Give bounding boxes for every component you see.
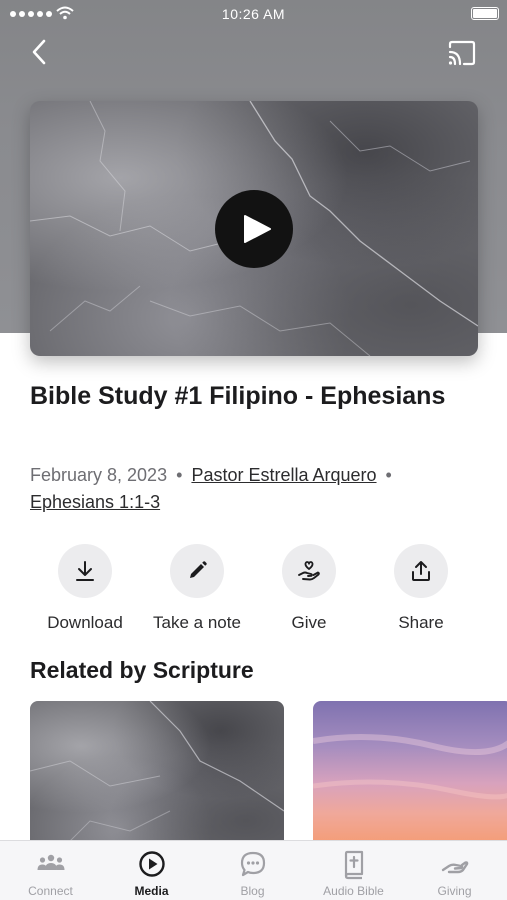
giving-hand-icon bbox=[441, 861, 469, 874]
meta-separator: • bbox=[176, 465, 183, 485]
play-circle-icon bbox=[139, 851, 165, 877]
meta-separator: • bbox=[385, 465, 392, 485]
tab-label: Media bbox=[134, 884, 169, 898]
tab-label: Audio Bible bbox=[323, 884, 384, 898]
download-button[interactable]: Download bbox=[29, 544, 141, 633]
play-button[interactable] bbox=[215, 190, 293, 268]
people-icon bbox=[37, 854, 65, 870]
related-card-sunset[interactable] bbox=[313, 701, 507, 851]
related-card-marble[interactable] bbox=[30, 701, 284, 851]
battery-icon bbox=[471, 7, 499, 20]
tab-media[interactable]: Media bbox=[101, 841, 202, 900]
tab-connect[interactable]: Connect bbox=[0, 841, 101, 900]
status-bar: 10:26 AM bbox=[0, 0, 507, 28]
tab-label: Blog bbox=[240, 884, 265, 898]
take-note-label: Take a note bbox=[153, 613, 241, 632]
cast-icon bbox=[448, 40, 476, 66]
action-row: Download Take a note Give Share bbox=[0, 544, 507, 634]
tab-label: Connect bbox=[28, 884, 73, 898]
tab-blog[interactable]: Blog bbox=[202, 841, 303, 900]
tab-audio-bible[interactable]: Audio Bible bbox=[303, 841, 404, 900]
tab-giving[interactable]: Giving bbox=[404, 841, 505, 900]
download-label: Download bbox=[47, 613, 123, 632]
back-button[interactable] bbox=[28, 38, 52, 66]
speaker-link[interactable]: Pastor Estrella Arquero bbox=[191, 465, 376, 485]
give-label: Give bbox=[291, 613, 327, 632]
sermon-title: Bible Study #1 Filipino - Ephesians bbox=[30, 382, 446, 410]
play-icon bbox=[244, 215, 271, 243]
give-hand-heart-icon bbox=[298, 561, 320, 581]
video-thumbnail[interactable] bbox=[30, 101, 478, 356]
share-icon bbox=[412, 561, 430, 581]
chat-bubble-icon bbox=[240, 851, 266, 877]
pencil-icon bbox=[190, 561, 207, 578]
sermon-date: February 8, 2023 bbox=[30, 465, 168, 485]
status-time: 10:26 AM bbox=[221, 6, 286, 22]
share-label: Share bbox=[398, 613, 444, 632]
related-section-title: Related by Scripture bbox=[30, 657, 254, 683]
sermon-meta: February 8, 2023 • Pastor Estrella Arque… bbox=[30, 462, 480, 516]
download-icon bbox=[76, 561, 94, 581]
cast-button[interactable] bbox=[447, 40, 477, 66]
tab-bar: Connect Media Blog Audio Bible Giving bbox=[0, 840, 507, 900]
bible-icon bbox=[344, 850, 364, 880]
tab-label: Giving bbox=[437, 884, 472, 898]
chevron-left-icon bbox=[32, 39, 46, 65]
share-button[interactable]: Share bbox=[365, 544, 477, 633]
give-button[interactable]: Give bbox=[253, 544, 365, 633]
cloud-streaks bbox=[313, 734, 507, 800]
scripture-link[interactable]: Ephesians 1:1-3 bbox=[30, 492, 160, 512]
take-note-button[interactable]: Take a note bbox=[141, 544, 253, 633]
marble-veins bbox=[30, 701, 284, 851]
